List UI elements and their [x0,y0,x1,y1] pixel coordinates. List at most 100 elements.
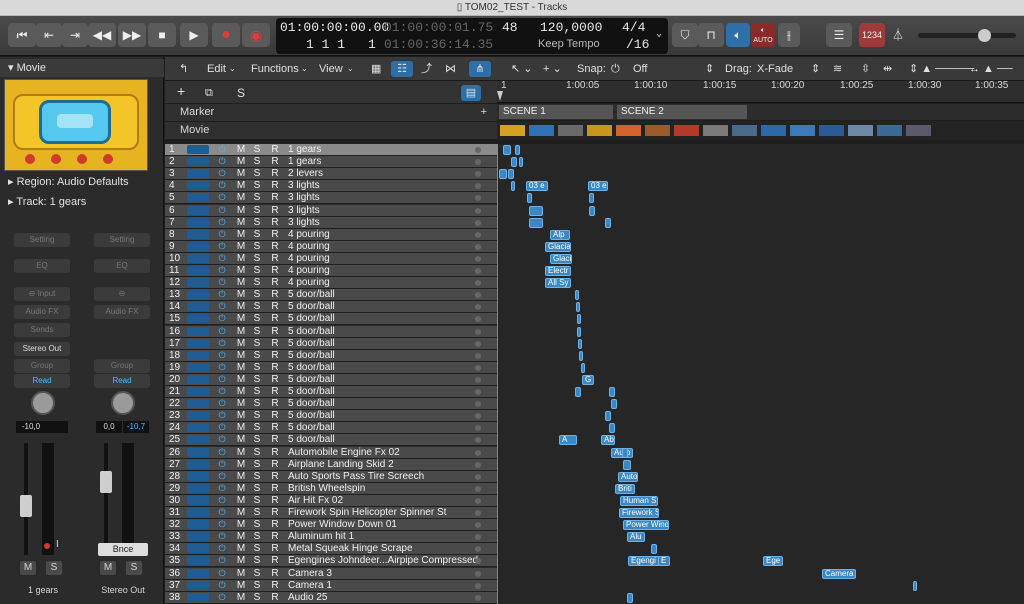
track-name[interactable]: Power Window Down 01 [288,519,397,530]
solo-button[interactable]: S [46,561,62,575]
audio-region[interactable] [499,169,507,180]
audio-region[interactable]: Glaci [550,253,572,264]
solo-button[interactable]: S [252,410,262,421]
power-icon[interactable]: ⏻ [217,555,227,566]
power-icon[interactable]: ⏻ [217,531,227,542]
power-icon[interactable]: ⏻ [217,507,227,518]
mute-button[interactable]: M [236,338,246,349]
audio-region[interactable]: Camera [822,568,856,579]
track-section-header[interactable]: ▸ Track: 1 gears [0,193,164,211]
mute-button[interactable]: M [236,217,246,228]
add-marker-icon[interactable]: + [481,104,487,121]
track-name[interactable]: 5 door/ball [288,386,335,397]
capture-recording-button[interactable]: ◉ [242,23,270,47]
solo-button[interactable]: S [252,507,262,518]
track-name[interactable]: 4 pouring [288,241,330,252]
audio-region[interactable]: Firework S [619,508,659,518]
mute-button[interactable]: M [236,519,246,530]
mute-button[interactable]: M [236,410,246,421]
power-icon[interactable]: ⏻ [217,592,227,603]
record-button[interactable]: R [270,519,280,530]
mute-button[interactable]: M [236,253,246,264]
power-icon[interactable]: ⏻ [217,580,227,591]
solo-button[interactable]: S [126,561,142,575]
track-row[interactable]: 17 ⏻ M S R 5 door/ball [165,337,497,350]
stop-button[interactable]: ■ [148,23,176,47]
track-row[interactable]: 6 ⏻ M S R 3 lights [165,204,497,217]
track-name[interactable]: 3 lights [288,192,320,203]
audio-region[interactable] [577,314,581,325]
solo-button[interactable]: S [252,241,262,252]
audio-region[interactable] [511,157,517,168]
audio-region[interactable] [623,459,631,470]
record-button[interactable]: R [270,350,280,361]
audio-region[interactable]: Electr [545,266,571,276]
audio-region[interactable]: Ege [763,556,783,567]
previous-marker-button[interactable]: ⇤ [36,23,62,47]
movie-track-header[interactable]: Movie [165,122,497,139]
record-button[interactable]: R [270,422,280,433]
track-row[interactable]: 3 ⏻ M S R 2 levers [165,168,497,181]
mute-button[interactable]: M [236,507,246,518]
power-icon[interactable]: ⏻ [217,471,227,482]
sort-icon[interactable]: S [237,85,245,101]
solo-button[interactable]: S [252,350,262,361]
master-volume-knob[interactable] [978,29,991,42]
record-button[interactable]: R [270,241,280,252]
list-editors-button[interactable]: ☰ [826,23,852,47]
record-button[interactable]: R [270,543,280,554]
movie-thumbnail-lane[interactable] [497,121,1024,140]
track-name[interactable]: Automobile Engine Fx 02 [288,447,400,458]
metronome-button[interactable]: ⏃ [887,23,909,47]
mute-button[interactable]: M [236,386,246,397]
track-name[interactable]: 5 door/ball [288,422,335,433]
power-icon[interactable]: ⏻ [217,265,227,276]
solo-button[interactable]: S [252,531,262,542]
record-button[interactable]: R [270,374,280,385]
mute-button[interactable]: M [236,313,246,324]
record-enable-icon[interactable] [44,543,50,549]
snap-value[interactable]: Off [633,61,647,77]
track-row[interactable]: 30 ⏻ M S R Air Hit Fx 02 [165,494,497,507]
eq-button[interactable]: EQ [94,259,150,273]
track-row[interactable]: 18 ⏻ M S R 5 door/ball [165,349,497,362]
track-row[interactable]: 36 ⏻ M S R Camera 3 [165,567,497,580]
region-section-header[interactable]: ▸ Region: Audio Defaults [0,173,164,191]
track-row[interactable]: 21 ⏻ M S R 5 door/ball [165,386,497,398]
duplicate-track-icon[interactable]: ⧉ [205,85,213,101]
record-button[interactable]: R [270,471,280,482]
solo-button[interactable]: S [252,326,262,337]
track-row[interactable]: 35 ⏻ M S R Egengines Johndeer...Airpipe Compr… [165,555,497,568]
power-icon[interactable]: ⏻ [217,362,227,373]
setting-button[interactable]: Setting [14,233,70,247]
pan-knob[interactable] [31,391,55,415]
input-monitor-label[interactable]: I [56,539,59,550]
track-row[interactable]: 37 ⏻ M S R Camera 1 [165,579,497,592]
solo-button[interactable]: S [252,543,262,554]
automation-read-button[interactable]: Read [94,374,150,388]
audio-region[interactable] [529,205,543,216]
mute-button[interactable]: M [236,447,246,458]
power-icon[interactable]: ⏻ [217,289,227,300]
mute-button[interactable]: M [236,434,246,445]
mute-button[interactable]: M [236,592,246,603]
back-arrow-icon[interactable]: ↰ [179,61,188,77]
tuner-button[interactable]: ⊓ [698,23,724,47]
mute-button[interactable]: M [100,561,116,575]
zoom-slider-horizontal[interactable]: ↔ ▲ ── [969,61,1013,77]
audio-region[interactable] [609,423,615,434]
track-row[interactable]: 33 ⏻ M S R Aluminum hit 1 [165,531,497,544]
movie-preview[interactable] [4,79,148,171]
zoom-slider-vertical[interactable]: ⇕ ▲ ───── [909,61,974,77]
sends-button[interactable]: Sends [14,323,70,337]
setting-button[interactable]: Setting [94,233,150,247]
track-name[interactable]: Airplane Landing Skid 2 [288,459,394,470]
power-icon[interactable]: ⏻ [217,313,227,324]
mute-button[interactable]: M [236,398,246,409]
mute-button[interactable]: M [236,326,246,337]
audio-region[interactable] [913,580,917,591]
record-button[interactable]: R [270,507,280,518]
power-icon[interactable]: ⏻ [217,301,227,312]
power-icon[interactable]: ⏻ [217,386,227,397]
solo-button[interactable]: S [252,156,262,167]
